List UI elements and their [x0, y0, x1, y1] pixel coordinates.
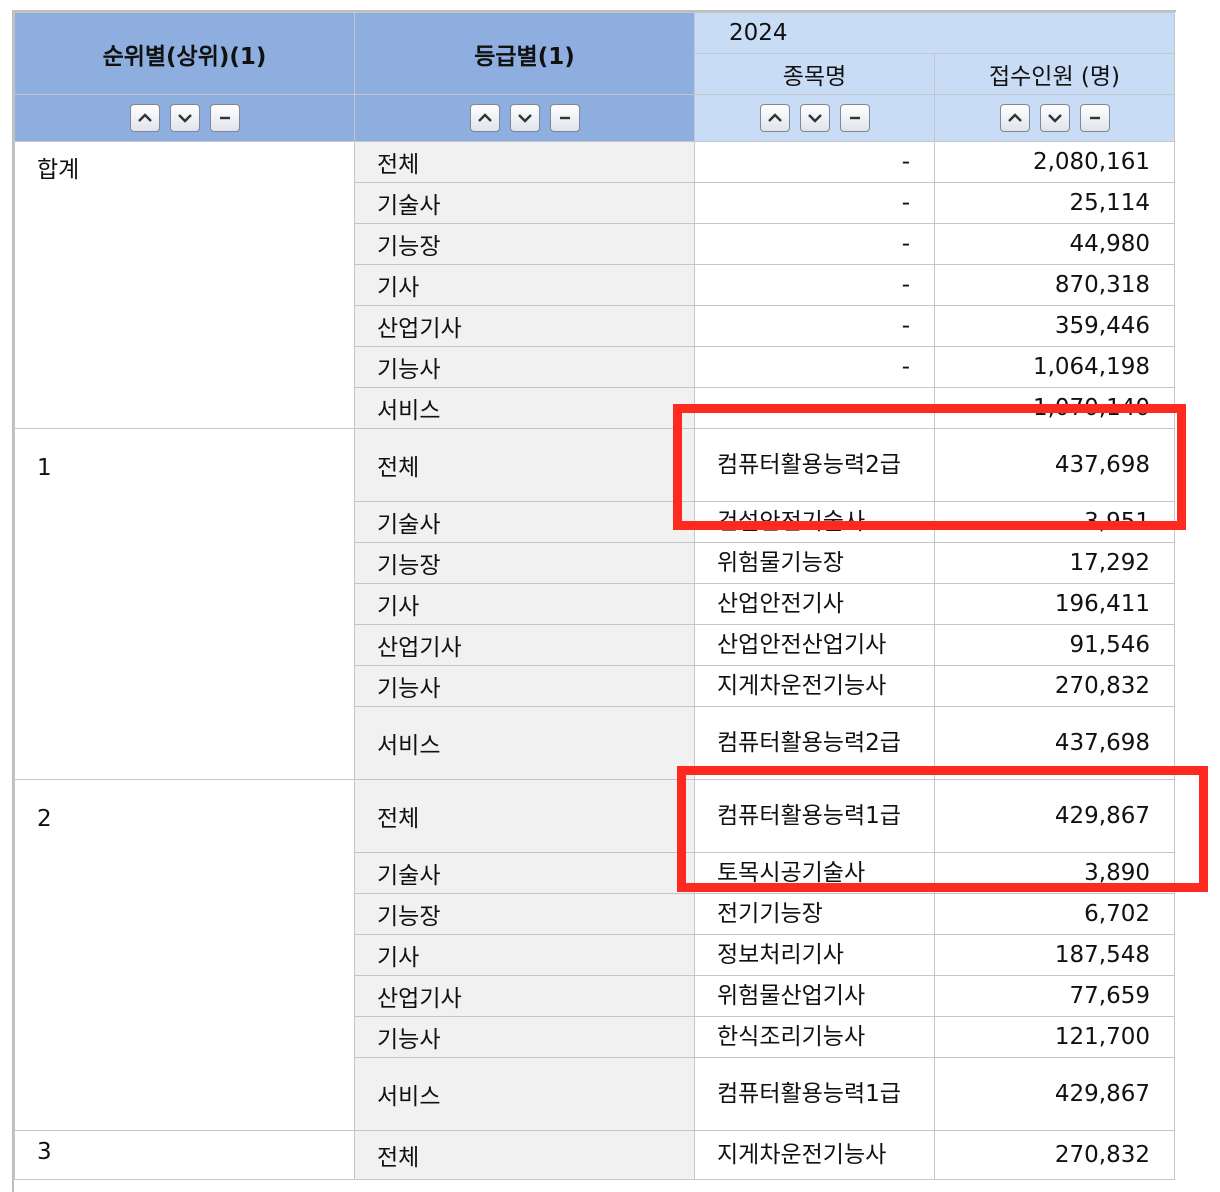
- chevron-down-icon: [177, 114, 192, 123]
- collapse-button[interactable]: [209, 104, 240, 132]
- sort-asc-button[interactable]: [469, 104, 500, 132]
- grade-cell: 전체: [354, 428, 695, 502]
- item-cell: 지게차운전기능사: [694, 1130, 935, 1180]
- grade-cell: 산업기사: [354, 975, 695, 1017]
- count-cell: 121,700: [933, 1016, 1176, 1058]
- rank-cell: 1: [14, 428, 355, 780]
- chevron-up-icon: [477, 113, 492, 122]
- item-header: 종목명: [694, 53, 935, 95]
- count-cell: 2,080,161: [933, 141, 1176, 183]
- grade-sort-controls: [354, 94, 695, 142]
- item-cell: 위험물산업기사: [694, 975, 935, 1017]
- sort-asc-button[interactable]: [999, 104, 1030, 132]
- chevron-up-icon: [767, 113, 782, 122]
- rank-cell: 2: [14, 779, 355, 1131]
- count-cell: 270,832: [933, 1130, 1176, 1180]
- grade-cell: 기술사: [354, 182, 695, 224]
- item-cell: 지게차운전기능사: [694, 665, 935, 707]
- sort-desc-button[interactable]: [169, 104, 200, 132]
- count-cell: 187,548: [933, 934, 1176, 976]
- minus-icon: [559, 116, 570, 120]
- grade-cell: 기능장: [354, 893, 695, 935]
- chevron-down-icon: [517, 114, 532, 123]
- item-cell: 산업안전기사: [694, 583, 935, 625]
- item-cell: -: [694, 182, 935, 224]
- collapse-button[interactable]: [839, 104, 870, 132]
- grade-cell: 전체: [354, 141, 695, 183]
- rank-sort-controls: [14, 94, 355, 142]
- grade-cell: 기사: [354, 583, 695, 625]
- grade-cell: 산업기사: [354, 624, 695, 666]
- table-row: 3 전체 지게차운전기능사 270,832: [14, 1130, 1176, 1180]
- grade-cell: 기능사: [354, 346, 695, 388]
- year-header: 2024: [693, 12, 1176, 54]
- sort-desc-button[interactable]: [799, 104, 830, 132]
- highlight-box: [677, 766, 1208, 892]
- sort-desc-button[interactable]: [1039, 104, 1070, 132]
- count-cell: 17,292: [933, 542, 1176, 584]
- grade-cell: 기술사: [354, 501, 695, 543]
- count-sort-controls: [933, 94, 1176, 142]
- minus-icon: [219, 116, 230, 120]
- item-cell: -: [694, 305, 935, 347]
- item-cell: 한식조리기능사: [694, 1016, 935, 1058]
- grade-cell: 기능장: [354, 542, 695, 584]
- grade-cell: 기사: [354, 264, 695, 306]
- sort-asc-button[interactable]: [759, 104, 790, 132]
- count-cell: 870,318: [933, 264, 1176, 306]
- grade-cell: 기술사: [354, 852, 695, 894]
- table-row: 합계 전체 - 2,080,161: [14, 141, 1176, 429]
- count-cell: 359,446: [933, 305, 1176, 347]
- rank-cell: 3: [14, 1130, 355, 1180]
- rank-cell: 합계: [14, 141, 355, 429]
- item-cell: 산업안전산업기사: [694, 624, 935, 666]
- item-cell: 정보처리기사: [694, 934, 935, 976]
- highlight-box: [673, 404, 1186, 530]
- grade-header: 등급별(1): [354, 12, 695, 95]
- sort-desc-button[interactable]: [509, 104, 540, 132]
- collapse-button[interactable]: [549, 104, 580, 132]
- collapse-button[interactable]: [1079, 104, 1110, 132]
- item-cell: 컴퓨터활용능력1급: [694, 1057, 935, 1131]
- rank-header: 순위별(상위)(1): [14, 12, 355, 95]
- count-cell: 91,546: [933, 624, 1176, 666]
- item-cell: 전기기능장: [694, 893, 935, 935]
- minus-icon: [849, 116, 860, 120]
- count-cell: 44,980: [933, 223, 1176, 265]
- count-cell: 429,867: [933, 1057, 1176, 1131]
- count-cell: 196,411: [933, 583, 1176, 625]
- grade-cell: 산업기사: [354, 305, 695, 347]
- count-header: 접수인원 (명): [933, 53, 1176, 95]
- item-cell: 위험물기능장: [694, 542, 935, 584]
- count-cell: 6,702: [933, 893, 1176, 935]
- grade-cell: 기능사: [354, 1016, 695, 1058]
- item-cell: -: [694, 141, 935, 183]
- chevron-down-icon: [1047, 114, 1062, 123]
- grade-cell: 서비스: [354, 387, 695, 429]
- count-cell: 77,659: [933, 975, 1176, 1017]
- grade-cell: 기사: [354, 934, 695, 976]
- minus-icon: [1089, 116, 1100, 120]
- count-cell: 25,114: [933, 182, 1176, 224]
- item-cell: -: [694, 264, 935, 306]
- item-sort-controls: [694, 94, 935, 142]
- grade-cell: 전체: [354, 779, 695, 853]
- chevron-down-icon: [807, 114, 822, 123]
- count-cell: 270,832: [933, 665, 1176, 707]
- grade-cell: 기능장: [354, 223, 695, 265]
- item-cell: -: [694, 346, 935, 388]
- chevron-up-icon: [137, 113, 152, 122]
- count-cell: 1,064,198: [933, 346, 1176, 388]
- sort-asc-button[interactable]: [129, 104, 160, 132]
- chevron-up-icon: [1007, 113, 1022, 122]
- grade-cell: 서비스: [354, 1057, 695, 1131]
- grade-cell: 전체: [354, 1130, 695, 1180]
- grade-cell: 서비스: [354, 706, 695, 780]
- item-cell: -: [694, 223, 935, 265]
- stats-table: 순위별(상위)(1) 등급별(1) 2024 종목명 접수인원 (명) 합계 전…: [14, 12, 1176, 1180]
- grade-cell: 기능사: [354, 665, 695, 707]
